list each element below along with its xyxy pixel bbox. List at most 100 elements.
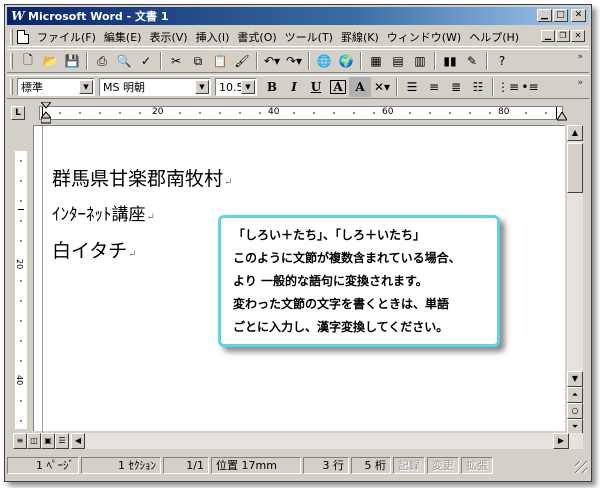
document-line[interactable]: 群馬県甘楽郡南牧村↵ — [52, 164, 232, 191]
help-icon[interactable]: ? — [491, 51, 513, 71]
paragraph-mark: ↵ — [146, 212, 155, 223]
close-icon[interactable]: ✕ — [571, 9, 586, 22]
print-icon[interactable]: ⎙ — [91, 51, 113, 71]
italic-button[interactable]: I — [283, 77, 305, 97]
font-size-value: 10.5 — [219, 80, 244, 94]
cut-icon[interactable]: ✂ — [165, 51, 187, 71]
status-page: 1 ﾍﾟｰｼﾞ — [7, 456, 79, 474]
menubar-grip[interactable] — [10, 28, 13, 45]
menu-tools[interactable]: ツール(T) — [281, 29, 337, 45]
doc-close-icon[interactable]: ✕ — [571, 30, 585, 42]
outline-view-icon[interactable]: ☰ — [55, 433, 69, 449]
scroll-down-icon[interactable]: ▼ — [567, 371, 583, 387]
menu-table[interactable]: 罫線(K) — [337, 29, 383, 45]
style-select[interactable]: 標準 ▼ — [17, 78, 95, 96]
copy-icon[interactable]: ⧉ — [187, 51, 209, 71]
chevron-down-icon[interactable]: ▼ — [241, 80, 255, 94]
scroll-left-icon[interactable]: ◀ — [71, 433, 85, 449]
font-select[interactable]: MS 明朝 ▼ — [99, 78, 211, 96]
undo-icon[interactable]: ↶▾ — [261, 51, 283, 71]
drawing-icon[interactable]: ✎ — [461, 51, 483, 71]
char-border-button[interactable]: A — [327, 77, 349, 97]
doc-restore-icon[interactable]: ❐ — [556, 30, 570, 42]
vruler-label: 20 — [15, 259, 24, 270]
maximize-icon[interactable]: □ — [553, 9, 568, 22]
document-icon[interactable] — [17, 29, 29, 44]
menu-file[interactable]: ファイル(F) — [33, 29, 100, 45]
document-line[interactable]: 白イタチ↵ — [52, 236, 137, 263]
web-layout-view-icon[interactable]: ◫ — [27, 433, 41, 449]
right-indent-marker-icon[interactable] — [556, 111, 568, 122]
menu-help[interactable]: ヘルプ(H) — [465, 29, 523, 45]
toolbar-more-icon[interactable]: » — [577, 78, 583, 88]
menu-edit[interactable]: 編集(E) — [100, 29, 146, 45]
tab-selector[interactable]: L — [11, 106, 25, 120]
distributed-icon[interactable]: ☷ — [467, 77, 489, 97]
callout-line: より 一般的な語句に変換されます。 — [233, 274, 428, 288]
select-browse-object-icon[interactable]: ○ — [567, 403, 583, 419]
menu-window[interactable]: ウィンドウ(W) — [383, 29, 465, 45]
status-track-changes[interactable]: 変更 — [427, 456, 459, 474]
status-extend-selection[interactable]: 拡張 — [461, 456, 493, 474]
status-position: 位置 17mm — [211, 456, 301, 474]
status-column: 5 桁 — [351, 456, 391, 474]
resize-grip-icon[interactable] — [575, 461, 587, 473]
scroll-up-icon[interactable]: ▲ — [567, 125, 583, 141]
char-shading-button[interactable]: A — [349, 77, 371, 97]
format-painter-icon[interactable]: 🖌 — [231, 51, 253, 71]
toolbar-separator — [434, 52, 436, 70]
scroll-right-icon[interactable]: ▶ — [553, 433, 569, 449]
columns-icon[interactable]: ▮▮ — [439, 51, 461, 71]
scroll-thumb[interactable] — [567, 143, 583, 193]
tables-borders-icon[interactable]: ▦ — [365, 51, 387, 71]
status-pages: 1/1 — [163, 456, 209, 474]
open-folder-icon[interactable]: 📂 — [39, 51, 61, 71]
doc-minimize-icon[interactable]: ▁ — [541, 30, 555, 42]
horizontal-scrollbar[interactable]: ≡ ◫ ▣ ☰ ◀ ▶ — [13, 433, 583, 449]
underline-button[interactable]: U — [305, 77, 327, 97]
phonetic-icon[interactable]: ✕▾ — [371, 77, 393, 97]
align-right-icon[interactable]: ≣ — [445, 77, 467, 97]
insert-excel-icon[interactable]: ▥ — [409, 51, 431, 71]
hyperlink-icon[interactable]: 🌐 — [313, 51, 335, 71]
font-size-select[interactable]: 10.5 ▼ — [215, 78, 257, 96]
vertical-scrollbar[interactable]: ▲ ▼ ⏶ ○ ⏷ — [567, 125, 583, 435]
horizontal-ruler[interactable]: 20 40 60 80 — [39, 106, 563, 120]
toolbar-grip[interactable] — [10, 53, 13, 69]
align-justify-icon[interactable]: ☰ — [401, 77, 423, 97]
numbering-icon[interactable]: ⋮≡ — [497, 77, 519, 97]
print-preview-icon[interactable]: 🔍 — [113, 51, 135, 71]
menu-insert[interactable]: 挿入(I) — [192, 29, 234, 45]
callout-line: ごとに入力し、漢字変換してください。 — [233, 320, 449, 334]
insert-table-icon[interactable]: ▤ — [387, 51, 409, 71]
new-document-icon[interactable]: 🗋 — [17, 51, 39, 71]
normal-view-icon[interactable]: ≡ — [13, 433, 27, 449]
align-center-icon[interactable]: ≡ — [423, 77, 445, 97]
title-bar[interactable]: W Microsoft Word - 文書 1 ▁ □ ✕ — [7, 7, 589, 25]
toolbar-more-icon[interactable]: » — [577, 52, 583, 62]
minimize-icon[interactable]: ▁ — [537, 9, 552, 22]
spellcheck-icon[interactable]: ✓ — [135, 51, 157, 71]
menu-view[interactable]: 表示(V) — [145, 29, 191, 45]
word-app-icon[interactable]: W — [11, 9, 25, 23]
menu-format[interactable]: 書式(O) — [233, 29, 280, 45]
toolbar-separator — [160, 52, 162, 70]
print-layout-view-icon[interactable]: ▣ — [41, 433, 55, 449]
chevron-down-icon[interactable]: ▼ — [195, 80, 209, 94]
web-toolbar-icon[interactable]: 🌍 — [335, 51, 357, 71]
page-margin-guide — [42, 126, 43, 432]
toolbar-separator — [308, 52, 310, 70]
status-record-macro[interactable]: 記録 — [393, 456, 425, 474]
document-line-text: ｲﾝﾀｰﾈｯﾄ講座 — [52, 205, 146, 225]
bullets-icon[interactable]: •≡ — [519, 77, 541, 97]
bold-button[interactable]: B — [261, 77, 283, 97]
ruler-label: 20 — [152, 107, 164, 117]
chevron-down-icon[interactable]: ▼ — [79, 80, 93, 94]
toolbar-grip[interactable] — [10, 79, 13, 95]
previous-page-icon[interactable]: ⏶ — [567, 387, 583, 403]
document-line[interactable]: ｲﾝﾀｰﾈｯﾄ講座↵ — [52, 200, 155, 225]
redo-icon[interactable]: ↷▾ — [283, 51, 305, 71]
paste-icon[interactable]: 📋 — [209, 51, 231, 71]
indent-marker-icon[interactable] — [39, 101, 53, 124]
save-icon[interactable]: 💾 — [61, 51, 83, 71]
